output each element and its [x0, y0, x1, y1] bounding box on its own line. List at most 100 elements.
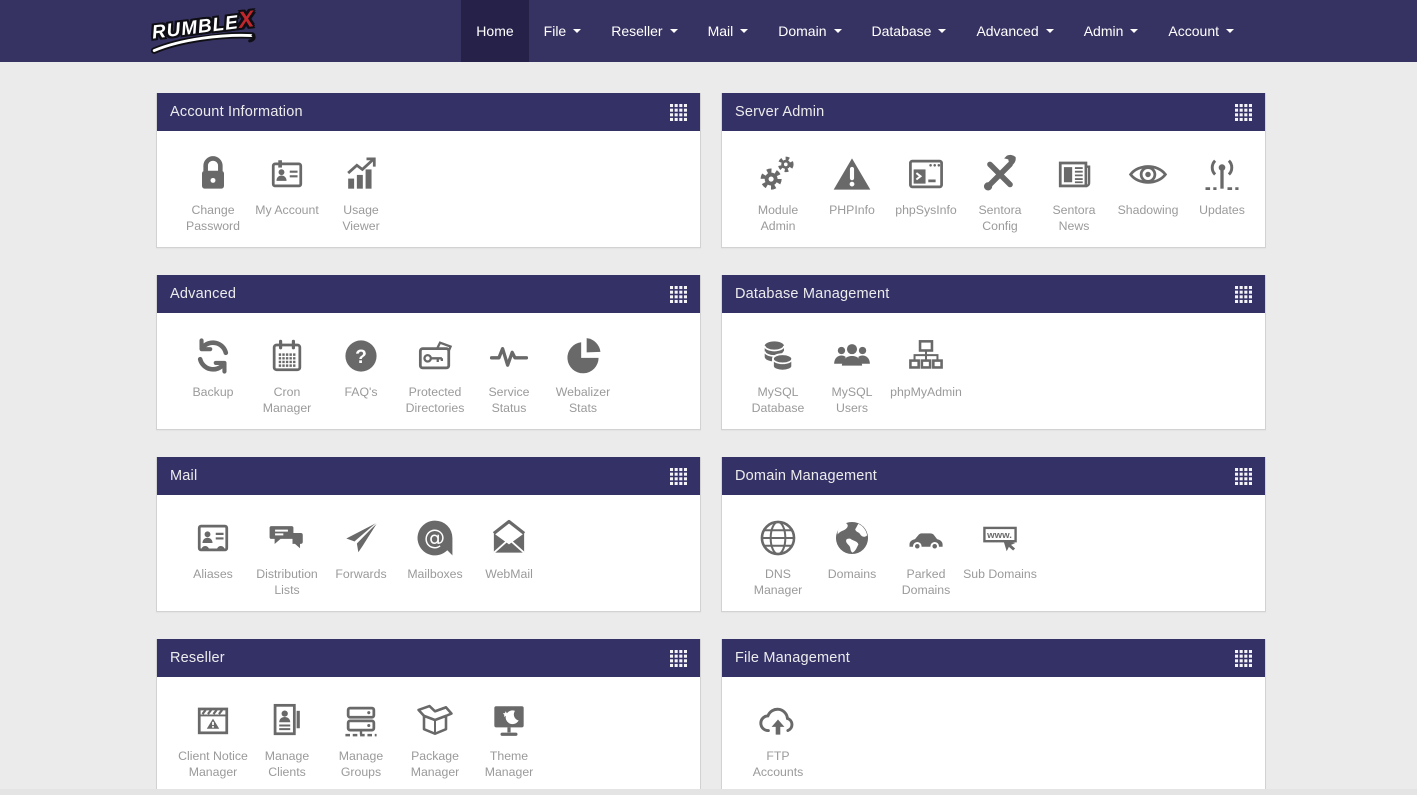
panel-header: Database Management	[722, 275, 1265, 313]
grid-toggle-icon[interactable]	[670, 286, 687, 303]
eye-icon	[1126, 148, 1170, 196]
nav-item-database[interactable]: Database	[857, 0, 962, 62]
nav-item-account[interactable]: Account	[1153, 0, 1249, 62]
logo-accent-letter: X	[237, 5, 256, 33]
panel-database-management: Database Management MySQL DatabaseMySQL U…	[721, 275, 1266, 430]
module-label: Client Notice Manager	[176, 749, 250, 780]
panel-reseller: ResellerClient Notice ManagerManage Clie…	[156, 639, 701, 794]
cloud-upload-icon	[756, 694, 800, 742]
module-label: Domains	[828, 567, 877, 583]
module-distribution-lists[interactable]: Distribution Lists	[250, 512, 324, 598]
grid-toggle-icon[interactable]	[1235, 650, 1252, 667]
nav-item-home[interactable]: Home	[461, 0, 528, 62]
module-sub-domains[interactable]: www.Sub Domains	[963, 512, 1037, 583]
grid-toggle-icon[interactable]	[670, 104, 687, 121]
module-protected-directories[interactable]: Protected Directories	[398, 330, 472, 416]
module-label: phpSysInfo	[895, 203, 957, 219]
grid-toggle-icon[interactable]	[670, 650, 687, 667]
panel-domain-management: Domain ManagementDNS ManagerDomainsParke…	[721, 457, 1266, 612]
nav-item-admin[interactable]: Admin	[1069, 0, 1154, 62]
pie-chart-icon	[561, 330, 605, 378]
module-theme-manager[interactable]: Theme Manager	[472, 694, 546, 780]
nav-item-file[interactable]: File	[529, 0, 597, 62]
heartbeat-icon	[487, 330, 531, 378]
module-label: FAQ's	[344, 385, 377, 401]
panel-header: Account Information	[157, 93, 700, 131]
warning-triangle-icon	[830, 148, 874, 196]
module-my-account[interactable]: My Account	[250, 148, 324, 219]
module-label: PHPInfo	[829, 203, 875, 219]
module-sentora-news[interactable]: Sentora News	[1037, 148, 1111, 234]
database-icon	[756, 330, 800, 378]
chevron-down-icon	[1226, 29, 1234, 37]
panel-mail: Mail AliasesDistribution ListsForwards@Ma…	[156, 457, 701, 612]
module-module-admin[interactable]: Module Admin	[741, 148, 815, 234]
chevron-down-icon	[573, 29, 581, 37]
module-dns-manager[interactable]: DNS Manager	[741, 512, 815, 598]
navbar: RUMBLEX HomeFileReseller Mail Domain Databa…	[0, 0, 1417, 62]
module-webmail[interactable]: WebMail	[472, 512, 546, 583]
module-mysql-users[interactable]: MySQL Users	[815, 330, 889, 416]
app-logo[interactable]: RUMBLEX	[150, 4, 264, 54]
module-usage-viewer[interactable]: Usage Viewer	[324, 148, 398, 234]
globe-wire-icon	[756, 512, 800, 560]
client-doc-icon	[265, 694, 309, 742]
panel-server-admin: Server AdminModule AdminPHPInfophpSysInf…	[721, 93, 1266, 248]
module-webalizer-stats[interactable]: Webalizer Stats	[546, 330, 620, 416]
module-label: Updates	[1199, 203, 1245, 219]
chevron-down-icon	[1130, 29, 1138, 37]
module-shadowing[interactable]: Shadowing	[1111, 148, 1185, 219]
module-change-password[interactable]: Change Password	[176, 148, 250, 234]
module-updates[interactable]: Updates	[1185, 148, 1259, 219]
module-cron-manager[interactable]: Cron Manager	[250, 330, 324, 416]
grid-toggle-icon[interactable]	[1235, 286, 1252, 303]
module-aliases[interactable]: Aliases	[176, 512, 250, 583]
module-mysql-database[interactable]: MySQL Database	[741, 330, 815, 416]
module-domains[interactable]: Domains	[815, 512, 889, 583]
left-column: Account Information Change PasswordMy Acc…	[156, 93, 701, 794]
panel-advanced: AdvancedBackupCron Manager?FAQ'sProtecte…	[156, 275, 701, 430]
www-cursor-icon: www.	[978, 512, 1022, 560]
grid-toggle-icon[interactable]	[670, 468, 687, 485]
module-ftp-accounts[interactable]: FTP Accounts	[741, 694, 815, 780]
module-manage-groups[interactable]: Manage Groups	[324, 694, 398, 780]
module-client-notice-manager[interactable]: Client Notice Manager	[176, 694, 250, 780]
refresh-icon	[191, 330, 235, 378]
nav-item-label: Mail	[708, 23, 734, 39]
module-package-manager[interactable]: Package Manager	[398, 694, 472, 780]
module-label: Usage Viewer	[324, 203, 398, 234]
module-phpmyadmin[interactable]: phpMyAdmin	[889, 330, 963, 401]
module-mailboxes[interactable]: @Mailboxes	[398, 512, 472, 583]
svg-text:?: ?	[355, 347, 367, 368]
module-parked-domains[interactable]: Parked Domains	[889, 512, 963, 598]
module-sentora-config[interactable]: Sentora Config	[963, 148, 1037, 234]
module-label: Sentora News	[1037, 203, 1111, 234]
nav-item-advanced[interactable]: Advanced	[961, 0, 1068, 62]
panel-account-information: Account Information Change PasswordMy Acc…	[156, 93, 701, 248]
footer-strip	[0, 789, 1417, 795]
nav-item-reseller[interactable]: Reseller	[596, 0, 692, 62]
nav-item-domain[interactable]: Domain	[763, 0, 856, 62]
panel-title: Mail	[170, 468, 670, 484]
nav-item-label: Account	[1168, 23, 1219, 39]
module-label: Manage Groups	[324, 749, 398, 780]
nav-item-label: Database	[872, 23, 932, 39]
module-faq-s[interactable]: ? FAQ's	[324, 330, 398, 401]
grid-toggle-icon[interactable]	[1235, 468, 1252, 485]
chevron-down-icon	[740, 29, 748, 37]
grid-toggle-icon[interactable]	[1235, 104, 1252, 121]
module-backup[interactable]: Backup	[176, 330, 250, 401]
module-label: Webalizer Stats	[546, 385, 620, 416]
main-nav: HomeFileReseller Mail Domain Database Advanc…	[461, 0, 1249, 62]
module-label: FTP Accounts	[741, 749, 815, 780]
content-area: Account Information Change PasswordMy Acc…	[0, 62, 1417, 794]
module-phpinfo[interactable]: PHPInfo	[815, 148, 889, 219]
calendar-icon	[265, 330, 309, 378]
module-manage-clients[interactable]: Manage Clients	[250, 694, 324, 780]
module-label: MySQL Users	[815, 385, 889, 416]
users-icon	[830, 330, 874, 378]
module-phpsysinfo[interactable]: phpSysInfo	[889, 148, 963, 219]
nav-item-mail[interactable]: Mail	[693, 0, 764, 62]
module-forwards[interactable]: Forwards	[324, 512, 398, 583]
module-service-status[interactable]: Service Status	[472, 330, 546, 416]
